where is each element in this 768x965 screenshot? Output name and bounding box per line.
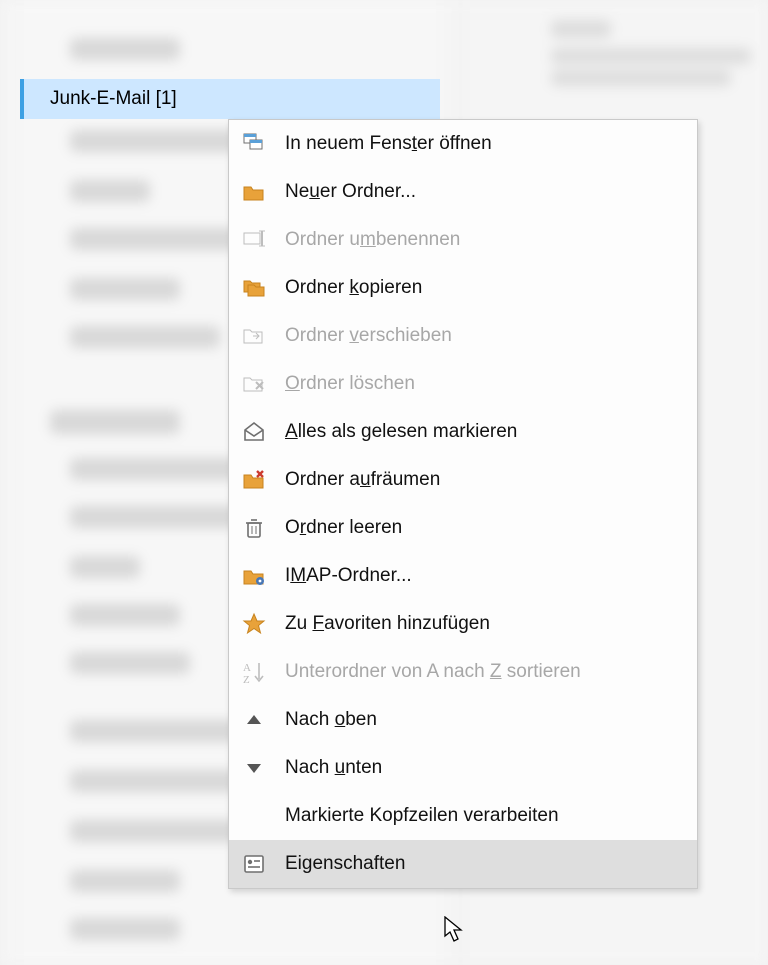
folder-context-menu: In neuem Fenster öffnen Neuer Ordner... Or… (228, 119, 698, 889)
windows-icon (239, 129, 269, 159)
menu-item-open-new-window[interactable]: In neuem Fenster öffnen (229, 120, 697, 168)
menu-item-copy-folder[interactable]: Ordner kopieren (229, 264, 697, 312)
menu-item-label: Ordner aufräumen (285, 469, 440, 491)
menu-item-imap-folders[interactable]: IMAP-Ordner... (229, 552, 697, 600)
menu-item-properties[interactable]: Eigenschaften (229, 840, 697, 888)
menu-item-label: In neuem Fenster öffnen (285, 133, 492, 155)
menu-item-add-favorite[interactable]: Zu Favoriten hinzufügen (229, 600, 697, 648)
menu-item-cleanup-folder[interactable]: Ordner aufräumen (229, 456, 697, 504)
menu-item-label: Ordner leeren (285, 517, 402, 539)
menu-item-label: Eigenschaften (285, 853, 405, 875)
sort-az-icon: AZ (239, 657, 269, 687)
menu-item-label: IMAP-Ordner... (285, 565, 412, 587)
svg-text:A: A (243, 662, 251, 674)
menu-item-process-headers[interactable]: Markierte Kopfzeilen verarbeiten (229, 792, 697, 840)
menu-item-sort-subfolders: AZ Unterordner von A nach Z sortieren (229, 648, 697, 696)
envelope-open-icon (239, 417, 269, 447)
trash-icon (239, 513, 269, 543)
menu-item-label: Unterordner von A nach Z sortieren (285, 661, 581, 683)
menu-item-mark-all-read[interactable]: Alles als gelesen markieren (229, 408, 697, 456)
menu-item-label: Alles als gelesen markieren (285, 421, 517, 443)
menu-item-label: Ordner verschieben (285, 325, 452, 347)
svg-text:Z: Z (243, 674, 250, 685)
folder-delete-icon (239, 369, 269, 399)
menu-item-rename-folder: Ordner umbenennen (229, 216, 697, 264)
menu-item-move-down[interactable]: Nach unten (229, 744, 697, 792)
folder-copy-icon (239, 273, 269, 303)
cleanup-icon (239, 465, 269, 495)
menu-item-new-folder[interactable]: Neuer Ordner... (229, 168, 697, 216)
menu-item-label: Markierte Kopfzeilen verarbeiten (285, 805, 559, 827)
menu-item-label: Ordner kopieren (285, 277, 422, 299)
menu-item-label: Ordner löschen (285, 373, 415, 395)
rename-icon (239, 225, 269, 255)
folder-move-icon (239, 321, 269, 351)
tri-up-icon (239, 705, 269, 735)
menu-item-empty-folder[interactable]: Ordner leeren (229, 504, 697, 552)
star-icon (239, 609, 269, 639)
none-icon (239, 801, 269, 831)
folder-label: Junk-E-Mail [1] (50, 88, 177, 110)
menu-item-move-up[interactable]: Nach oben (229, 696, 697, 744)
menu-item-label: Nach unten (285, 757, 382, 779)
menu-item-delete-folder: Ordner löschen (229, 360, 697, 408)
menu-item-label: Ordner umbenennen (285, 229, 460, 251)
tri-down-icon (239, 753, 269, 783)
menu-item-label: Zu Favoriten hinzufügen (285, 613, 490, 635)
folder-icon (239, 177, 269, 207)
folder-row-junk-email[interactable]: Junk-E-Mail [1] (20, 79, 440, 119)
properties-icon (239, 849, 269, 879)
menu-item-label: Neuer Ordner... (285, 181, 416, 203)
menu-item-move-folder: Ordner verschieben (229, 312, 697, 360)
menu-item-label: Nach oben (285, 709, 377, 731)
folder-gear-icon (239, 561, 269, 591)
